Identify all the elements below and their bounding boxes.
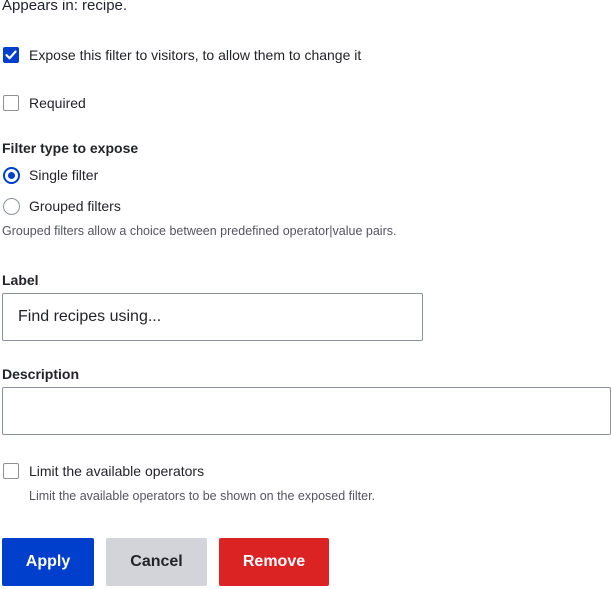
radio-grouped-filters[interactable] — [3, 198, 20, 215]
description-input[interactable] — [2, 387, 611, 435]
required-checkbox-label[interactable]: Required — [29, 95, 86, 111]
label-input[interactable] — [2, 293, 423, 341]
required-checkbox[interactable] — [3, 95, 19, 111]
checkmark-icon — [5, 50, 17, 60]
apply-button[interactable]: Apply — [2, 538, 94, 586]
filter-type-heading: Filter type to expose — [2, 140, 139, 156]
remove-button[interactable]: Remove — [219, 538, 329, 586]
radio-single-filter[interactable] — [3, 167, 20, 184]
radio-single-filter-label[interactable]: Single filter — [29, 167, 98, 183]
expose-checkbox-label[interactable]: Expose this filter to visitors, to allow… — [29, 47, 361, 63]
expose-checkbox[interactable] — [3, 47, 19, 63]
label-field-label: Label — [2, 272, 39, 288]
limit-operators-checkbox[interactable] — [3, 463, 19, 479]
limit-operators-description: Limit the available operators to be show… — [29, 489, 376, 503]
description-field-label: Description — [2, 366, 80, 382]
limit-operators-label[interactable]: Limit the available operators — [29, 463, 204, 479]
cancel-button[interactable]: Cancel — [106, 538, 207, 586]
radio-grouped-filters-label[interactable]: Grouped filters — [29, 198, 121, 214]
filter-type-description: Grouped filters allow a choice between p… — [2, 224, 397, 238]
appears-in-text: Appears in: recipe. — [2, 0, 128, 14]
